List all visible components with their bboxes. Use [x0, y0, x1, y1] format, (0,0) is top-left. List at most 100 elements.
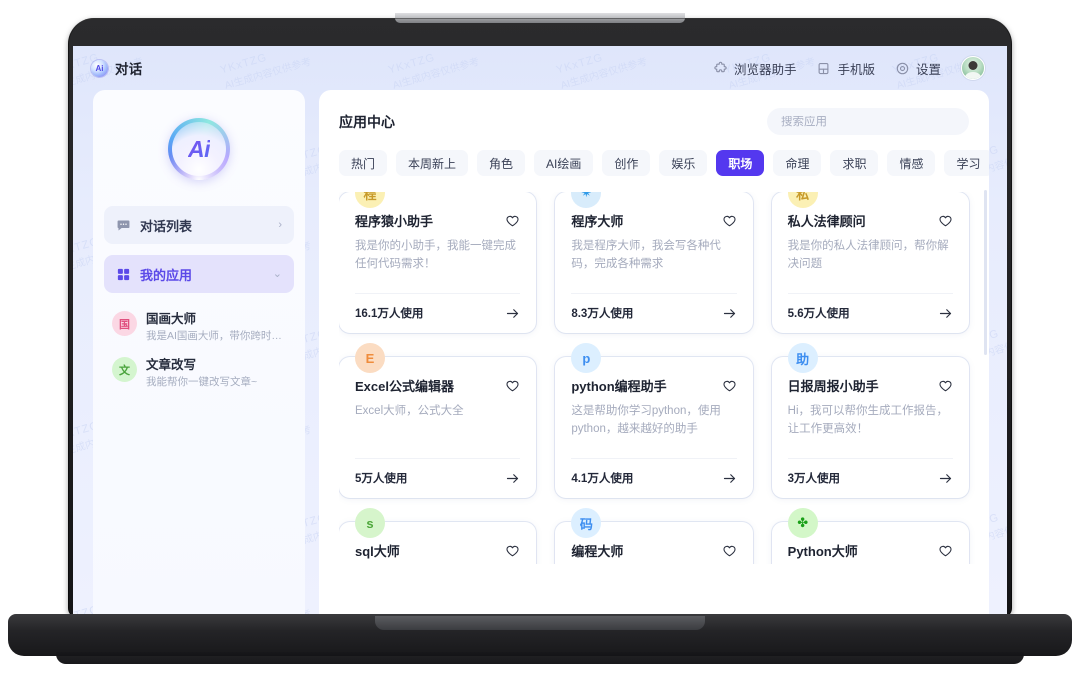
favorite-heart-icon[interactable]	[722, 379, 737, 394]
header-item-mobile-version[interactable]: 手机版	[816, 59, 875, 78]
tab-workplace[interactable]: 职场	[716, 150, 765, 176]
mobile-icon	[816, 61, 831, 76]
app-window: Ai 对话 浏览器助手 手机版 设置 Ai 对话列表 › 我的应用 ⌄ 国 国画…	[73, 46, 1007, 614]
card-top: 程序大师	[571, 214, 736, 231]
card-title: Excel公式编辑器	[355, 379, 454, 394]
card-title: 日报周报小助手	[787, 379, 879, 394]
card-usage-count: 4.1万人使用	[571, 473, 634, 485]
favorite-heart-icon[interactable]	[938, 544, 953, 559]
app-avatar: 国	[112, 311, 137, 336]
app-body: Ai 对话列表 › 我的应用 ⌄ 国 国画大师 我是AI国画大师，带你跨时代体.…	[73, 90, 1007, 614]
ai-logo-icon: Ai	[168, 118, 230, 180]
arrow-right-icon[interactable]	[722, 471, 737, 486]
card-top: 私人法律顾问	[788, 214, 953, 231]
card-top: Python大师	[788, 544, 953, 561]
favorite-heart-icon[interactable]	[505, 379, 520, 394]
app-name: 国画大师	[146, 312, 197, 326]
header-item-browser-assistant[interactable]: 浏览器助手	[713, 59, 796, 78]
arrow-right-icon[interactable]	[722, 306, 737, 321]
search-box[interactable]	[767, 108, 969, 135]
sidebar-logo-wrap: Ai	[104, 108, 294, 206]
card-usage-count: 5万人使用	[355, 473, 408, 485]
sidebar: Ai 对话列表 › 我的应用 ⌄ 国 国画大师 我是AI国画大师，带你跨时代体.…	[93, 90, 305, 614]
app-card[interactable]: 码 编程大师	[555, 508, 753, 564]
sidebar-item-my-apps[interactable]: 我的应用 ⌄	[104, 255, 294, 293]
card-top: Excel公式编辑器	[355, 379, 520, 396]
tab-study[interactable]: 学习	[944, 150, 989, 176]
card-title: sql大师	[355, 544, 400, 559]
sidebar-app-item[interactable]: 国 国画大师 我是AI国画大师，带你跨时代体...	[104, 304, 294, 350]
card-avatar: 私	[787, 192, 818, 208]
app-name: 文章改写	[146, 358, 197, 373]
card-title: 程序大师	[571, 214, 624, 229]
arrow-right-icon[interactable]	[938, 471, 953, 486]
favorite-heart-icon[interactable]	[938, 214, 953, 229]
sidebar-item-conversation-list[interactable]: 对话列表 ›	[104, 206, 294, 244]
vertical-scrollbar[interactable]	[984, 190, 987, 355]
brand-logo-icon: Ai	[91, 59, 108, 77]
tab-fortune[interactable]: 命理	[773, 150, 822, 176]
card-footer: 3万人使用	[787, 458, 953, 486]
card-avatar: 助	[787, 343, 818, 373]
card-description: 这是帮助你学习python，使用python，越来越好的助手	[571, 404, 721, 435]
card-description: Hi，我可以帮你生成工作报告，让工作更高效！	[787, 404, 949, 435]
favorite-heart-icon[interactable]	[505, 544, 520, 559]
app-card[interactable]: ✤ Python大师	[771, 508, 969, 564]
app-cards-scroll-area: 程 程序猿小助手 我是你的小助手，我能一键完成任何代码需求！ 16.1万人使用 …	[339, 192, 975, 564]
tab-entertainment[interactable]: 娱乐	[659, 150, 708, 176]
card-top: 程序猿小助手	[355, 214, 520, 231]
app-card[interactable]: 助 日报周报小助手 Hi，我可以帮你生成工作报告，让工作更高效！ 3万人使用	[771, 343, 969, 498]
card-footer: 5.6万人使用	[787, 293, 953, 321]
laptop-hinge-notch	[395, 13, 685, 23]
card-title: 编程大师	[571, 544, 624, 559]
app-card[interactable]: 程 程序猿小助手 我是你的小助手，我能一键完成任何代码需求！ 16.1万人使用	[339, 192, 537, 333]
card-title: python编程助手	[571, 379, 667, 394]
search-input[interactable]	[781, 115, 955, 128]
card-title: 程序猿小助手	[355, 214, 434, 229]
arrow-right-icon[interactable]	[505, 306, 520, 321]
tab-emotion[interactable]: 情感	[887, 150, 936, 176]
card-footer: 5万人使用	[355, 458, 521, 486]
app-card[interactable]: E Excel公式编辑器 Excel大师，公式大全 5万人使用	[339, 343, 537, 498]
chevron-right-icon: ›	[278, 218, 282, 231]
app-card[interactable]: p python编程助手 这是帮助你学习python，使用python，越来越好…	[555, 343, 753, 498]
card-top: sql大师	[355, 544, 520, 561]
tab-hot[interactable]: 热门	[339, 150, 388, 176]
app-title: 对话	[115, 62, 143, 77]
app-card[interactable]: 私 私人法律顾问 我是你的私人法律顾问，帮你解决问题 5.6万人使用	[771, 192, 969, 333]
tab-new-week[interactable]: 本周新上	[396, 150, 469, 176]
arrow-right-icon[interactable]	[505, 471, 520, 486]
sidebar-item-label: 对话列表	[140, 218, 193, 234]
card-description: 我是程序大师，我会写各种代码，完成各种需求	[571, 239, 721, 270]
card-usage-count: 3万人使用	[787, 473, 841, 485]
app-meta: 文章改写 我能帮你一键改写文章~	[146, 357, 257, 389]
app-card[interactable]: ✷ 程序大师 我是程序大师，我会写各种代码，完成各种需求 8.3万人使用	[555, 192, 753, 333]
card-title: Python大师	[787, 544, 858, 559]
card-avatar: ✤	[787, 508, 818, 538]
tab-roles[interactable]: 角色	[477, 150, 526, 176]
card-description: 我是你的小助手，我能一键完成任何代码需求！	[355, 239, 516, 270]
main-content: 应用中心 热门 本周新上 角色 AI绘画 创作 娱乐 职场 命理	[319, 90, 989, 614]
favorite-heart-icon[interactable]	[938, 379, 953, 394]
laptop-base	[8, 614, 1072, 656]
card-footer: 4.1万人使用	[571, 458, 737, 486]
tab-job-seeking[interactable]: 求职	[830, 150, 879, 176]
card-usage-count: 5.6万人使用	[787, 308, 850, 320]
favorite-heart-icon[interactable]	[505, 214, 520, 229]
header-item-settings[interactable]: 设置	[895, 59, 941, 78]
card-top: 编程大师	[571, 544, 736, 561]
favorite-heart-icon[interactable]	[722, 214, 737, 229]
tab-ai-drawing[interactable]: AI绘画	[534, 150, 594, 176]
favorite-heart-icon[interactable]	[722, 544, 737, 559]
arrow-right-icon[interactable]	[938, 306, 953, 321]
card-avatar: 程	[355, 192, 385, 208]
app-card[interactable]: s sql大师	[339, 508, 537, 564]
card-avatar: p	[571, 343, 602, 373]
tab-creation[interactable]: 创作	[602, 150, 651, 176]
sidebar-app-item[interactable]: 文 文章改写 我能帮你一键改写文章~	[104, 350, 294, 396]
header-item-label: 手机版	[837, 62, 875, 77]
app-meta: 国画大师 我是AI国画大师，带你跨时代体...	[146, 311, 288, 343]
user-avatar[interactable]	[961, 56, 985, 80]
app-brand: Ai 对话	[91, 58, 143, 78]
app-header: Ai 对话 浏览器助手 手机版 设置	[73, 46, 1007, 90]
